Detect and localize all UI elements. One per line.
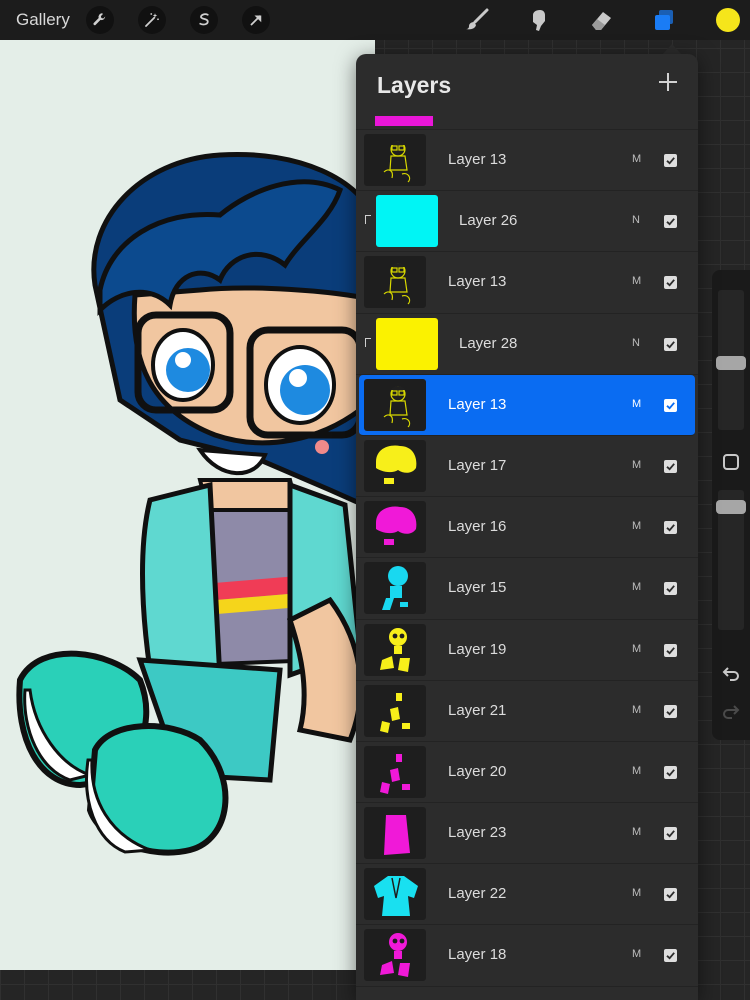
layer-thumbnail[interactable] [364, 439, 426, 492]
visibility-checkbox[interactable] [664, 582, 677, 596]
layer-thumbnail[interactable] [364, 745, 426, 798]
visibility-checkbox[interactable] [664, 949, 677, 963]
square-modify-icon[interactable] [723, 454, 739, 470]
layer-name: Layer 22 [448, 885, 507, 903]
smudge-icon[interactable] [525, 6, 553, 34]
blend-mode-button[interactable]: M [632, 887, 641, 899]
layer-thumbnail[interactable] [364, 256, 426, 309]
layer-row[interactable]: Layer 18 M [356, 925, 698, 987]
layer-name: Layer 16 [448, 518, 507, 536]
visibility-checkbox[interactable] [664, 827, 677, 841]
transform-arrow-icon[interactable] [242, 6, 270, 34]
layers-panel: Layers Layer 13 M Layer 26 N Layer 13 M Layer … [356, 54, 698, 1000]
character-artwork [16, 151, 375, 856]
visibility-checkbox[interactable] [664, 276, 677, 290]
layer-name: Layer 23 [448, 824, 507, 842]
layer-name: Layer 18 [448, 946, 507, 964]
blend-mode-button[interactable]: M [632, 704, 641, 716]
layer-thumbnail[interactable] [364, 684, 426, 737]
blend-mode-button[interactable]: M [632, 826, 641, 838]
visibility-checkbox[interactable] [664, 888, 677, 902]
layer-name: Layer 20 [448, 762, 507, 780]
visibility-checkbox[interactable] [664, 154, 677, 167]
layer-list: Layer 13 M Layer 26 N Layer 13 M Layer 28 N Laye… [356, 116, 698, 987]
blend-mode-button[interactable]: M [632, 581, 641, 593]
layer-name: Layer 15 [448, 579, 507, 597]
visibility-checkbox[interactable] [664, 704, 677, 718]
layer-row[interactable]: Layer 13 M [356, 130, 698, 192]
layer-thumbnail[interactable] [364, 378, 426, 431]
blend-mode-button[interactable]: M [632, 275, 641, 287]
visibility-checkbox[interactable] [664, 643, 677, 657]
layer-thumbnail[interactable] [364, 134, 426, 186]
layer-name: Layer 17 [448, 456, 507, 474]
opacity-slider[interactable] [716, 500, 746, 514]
blend-mode-button[interactable]: N [632, 214, 640, 226]
layer-name: Layer 13 [448, 151, 507, 168]
layers-panel-title: Layers [377, 72, 452, 98]
brush-size-slider[interactable] [716, 356, 746, 370]
blend-mode-button[interactable]: M [632, 153, 641, 165]
brush-icon[interactable] [463, 6, 491, 34]
layer-row[interactable]: Layer 16 M [356, 497, 698, 559]
undo-arrow-icon[interactable] [721, 664, 741, 684]
layer-row[interactable]: Layer 19 M [356, 620, 698, 681]
gallery-button[interactable]: Gallery [16, 10, 70, 30]
layers-panel-header: Layers [356, 54, 698, 116]
layer-thumbnail[interactable] [364, 868, 426, 921]
layer-name: Layer 26 [459, 212, 518, 230]
layer-thumbnail[interactable] [364, 807, 426, 860]
layer-row[interactable]: Layer 28 N [356, 314, 698, 375]
layer-thumbnail[interactable] [364, 623, 426, 676]
visibility-checkbox[interactable] [664, 337, 677, 351]
layer-thumbnail[interactable] [364, 929, 426, 982]
layer-name: Layer 19 [448, 640, 507, 658]
blend-mode-button[interactable]: M [632, 398, 641, 410]
partial-layer-row[interactable] [356, 116, 698, 130]
blend-mode-button[interactable]: M [632, 520, 641, 532]
wrench-icon[interactable] [86, 6, 114, 34]
layer-row[interactable]: Layer 23 M [356, 803, 698, 865]
drawing-canvas[interactable] [0, 40, 375, 970]
visibility-checkbox[interactable] [664, 398, 677, 412]
blend-mode-button[interactable]: M [632, 643, 641, 655]
layer-row[interactable]: Layer 13 M [359, 374, 695, 436]
eraser-icon[interactable] [587, 6, 615, 34]
blend-mode-button[interactable]: M [632, 765, 641, 777]
layer-row[interactable]: Layer 17 M [356, 436, 698, 498]
layer-row[interactable]: Layer 20 M [356, 742, 698, 804]
layer-row[interactable]: Layer 15 M [356, 558, 698, 620]
visibility-checkbox[interactable] [664, 521, 677, 535]
blend-mode-button[interactable]: M [632, 948, 641, 960]
blend-mode-button[interactable]: N [632, 337, 640, 349]
color-picker-swatch[interactable] [716, 8, 740, 32]
clipping-mask-icon [365, 215, 371, 225]
layers-icon[interactable] [650, 6, 678, 34]
layer-row[interactable]: Layer 22 M [356, 864, 698, 926]
layer-name: Layer 21 [448, 701, 507, 719]
layer-thumbnail[interactable] [364, 501, 426, 554]
visibility-checkbox[interactable] [664, 215, 677, 229]
layer-name: Layer 28 [459, 334, 518, 352]
top-toolbar: Gallery [0, 0, 750, 40]
layer-name: Layer 13 [448, 273, 507, 291]
visibility-checkbox[interactable] [664, 765, 677, 779]
magic-wand-icon[interactable] [138, 6, 166, 34]
plus-icon[interactable] [656, 70, 680, 94]
partial-layer-thumbnail [375, 116, 433, 126]
layer-thumbnail[interactable] [364, 562, 426, 615]
right-sidebar [712, 270, 750, 740]
layer-row[interactable]: Layer 26 N [356, 191, 698, 253]
blend-mode-button[interactable]: M [632, 459, 641, 471]
layer-row[interactable]: Layer 13 M [356, 252, 698, 314]
layer-name: Layer 13 [448, 395, 507, 413]
visibility-checkbox[interactable] [664, 459, 677, 473]
clipping-mask-icon [365, 337, 371, 347]
redo-arrow-icon[interactable] [721, 702, 741, 722]
selection-icon[interactable] [190, 6, 218, 34]
layer-thumbnail[interactable] [376, 195, 438, 248]
layer-row[interactable]: Layer 21 M [356, 681, 698, 742]
layer-thumbnail[interactable] [376, 317, 438, 370]
